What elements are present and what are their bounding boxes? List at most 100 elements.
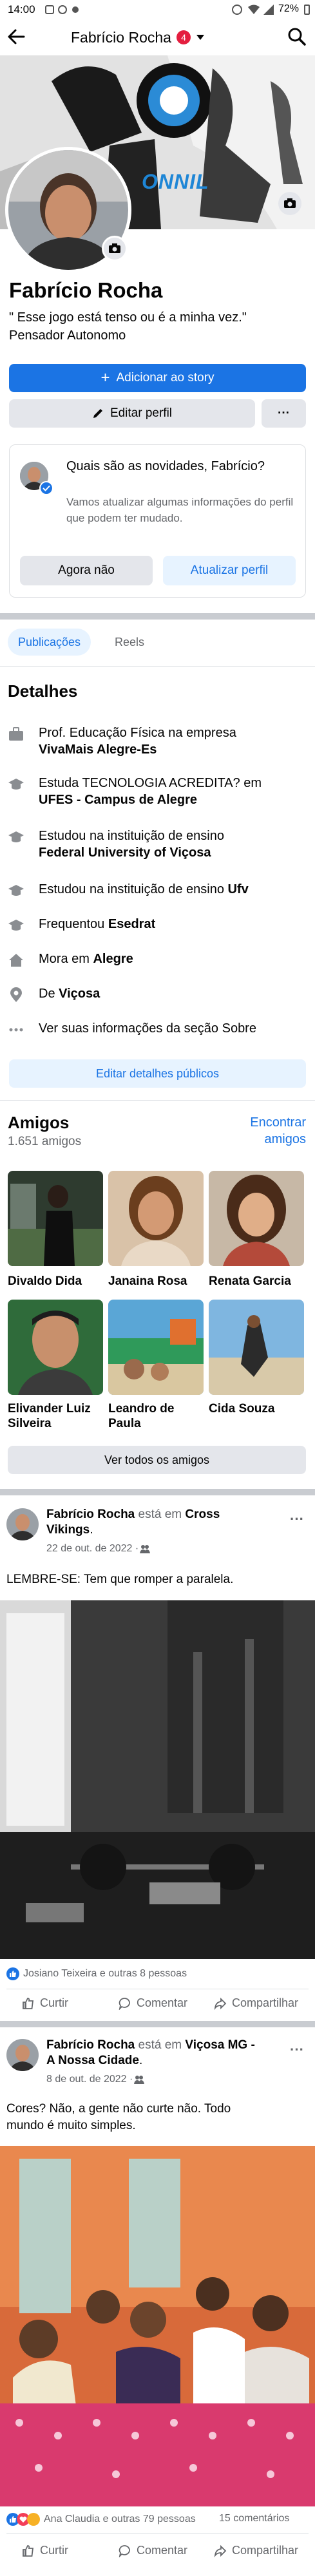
friend-photo[interactable] [108,1171,204,1266]
section-separator [0,1489,315,1495]
update-card-text: Vamos atualizar algumas informações do p… [66,496,294,524]
friend-name-line2: Silveira [8,1417,52,1430]
post2-reactions[interactable]: Ana Claudia e outras 79 pessoas [6,2513,196,2526]
cover-brand-text: ONNIL [142,170,209,193]
update-profile-button[interactable]: Atualizar perfil [163,556,296,585]
find-friends-link[interactable]: Encontrar amigos [232,1114,306,1148]
update-profile-card: Quais são as novidades, Fabrício? Vamos … [9,444,306,598]
search-icon[interactable] [287,27,307,46]
detail-work[interactable]: Prof. Educação Física na empresa VivaMai… [8,724,310,758]
post-author-avatar[interactable] [6,2039,39,2071]
friend-photo[interactable] [209,1300,304,1395]
post2-header: Fabrício Rocha está em Viçosa MG - A Nos… [46,2038,255,2067]
friend-name[interactable]: Elivander Luiz Silveira [8,1401,91,1431]
post2-share-button[interactable]: Compartilhar [214,2544,298,2557]
post2-comments-count[interactable]: 15 comentários [219,2513,289,2524]
post2-author[interactable]: Fabrício Rocha [46,2038,135,2052]
detail-from[interactable]: De Viçosa [8,985,310,1003]
add-to-story-button[interactable]: + Adicionar ao story [9,364,306,392]
profile-name: Fabrício Rocha [9,278,163,302]
profile-switcher[interactable]: Fabrício Rocha 4 [71,26,205,49]
post2-comment-label: Comentar [137,2544,188,2557]
friend-photo[interactable] [8,1300,103,1395]
post2-comment-button[interactable]: Comentar [119,2544,187,2557]
detail-education-past[interactable]: Estudou na instituição de ensino Federal… [8,828,310,861]
briefcase-icon [8,726,24,743]
detail-lives-in[interactable]: Mora em Alegre [8,951,310,969]
dot-icon [72,6,79,13]
friend-name[interactable]: Janaina Rosa [108,1274,187,1289]
post1-comment-button[interactable]: Comentar [119,1996,187,2010]
battery-icon [304,5,310,15]
divider [6,2533,309,2534]
lives-prefix: Mora em [39,952,93,966]
edit-profile-label: Editar perfil [110,406,173,420]
friend-name[interactable]: Leandro de Paula [108,1401,174,1431]
edu2-prefix: Estudou na instituição de ensino [39,829,224,843]
home-icon [8,952,24,969]
divider [0,1100,315,1101]
friend-photo[interactable] [209,1171,304,1266]
avatar-camera-icon[interactable] [102,236,128,261]
post1-header: Fabrício Rocha está em Cross Vikings. [46,1508,220,1537]
friend-photo[interactable] [8,1171,103,1266]
detail-education-ufv[interactable]: Estudou na instituição de ensino Ufv [8,881,310,899]
post2-photo[interactable] [0,2146,315,2506]
post2-like-button[interactable]: Curtir [22,2544,68,2557]
post2-text-line1: Cores? Não, a gente não curte não. Todo [6,2102,231,2116]
post1-share-button[interactable]: Compartilhar [214,1996,298,2010]
work-prefix: Prof. Educação Física na empresa [39,726,236,740]
caret-down-icon [196,34,205,41]
status-bar: 14:00 72% [0,0,315,19]
see-all-friends-button[interactable]: Ver todos os amigos [8,1446,306,1474]
tab-reels[interactable]: Reels [115,629,144,656]
friends-count: 1.651 amigos [8,1135,82,1148]
pencil-icon [92,408,104,419]
post2-meta: 8 de out. de 2022 · [46,2074,145,2085]
cover-camera-icon[interactable] [278,192,301,215]
detail-about-link[interactable]: Ver suas informações da seção Sobre [8,1020,310,1038]
school-prefix: Frequentou [39,917,108,931]
post2-place-line2[interactable]: A Nossa Cidade [46,2054,139,2067]
app-icon [58,5,67,14]
about-link-text: Ver suas informações da seção Sobre [39,1021,256,1036]
notification-icon [45,5,54,14]
not-now-button[interactable]: Agora não [20,556,153,585]
friend-name[interactable]: Cida Souza [209,1401,274,1416]
battery-level: 72% [278,3,300,14]
signal-icon [263,4,274,15]
share-icon [214,2544,227,2557]
friend-name[interactable]: Renata Garcia [209,1274,291,1289]
edu3-prefix: Estudou na instituição de ensino [39,882,228,896]
alarm-icon [232,5,242,15]
post1-reactions-text: Josiano Teixeira e outras 8 pessoas [23,1968,187,1979]
tab-posts[interactable]: Publicações [8,629,91,656]
post1-place-line2[interactable]: Vikings [46,1523,90,1537]
post1-place-line1[interactable]: Cross [185,1508,220,1521]
edit-public-details-button[interactable]: Editar detalhes públicos [9,1059,306,1088]
post1-photo[interactable] [0,1600,315,1959]
like-reaction-icon [6,1967,19,1980]
post1-reactions[interactable]: Josiano Teixeira e outras 8 pessoas [6,1967,187,1980]
post-author-avatar[interactable] [6,1508,39,1540]
post-options-icon[interactable]: ··· [290,2041,304,2058]
post1-like-button[interactable]: Curtir [22,1996,68,2010]
comment-icon [119,1997,130,2010]
post-options-icon[interactable]: ··· [290,1511,304,1528]
friend-name[interactable]: Divaldo Dida [8,1274,82,1289]
detail-school[interactable]: Frequentou Esedrat [8,916,310,934]
post1-author[interactable]: Fabrício Rocha [46,1508,135,1521]
edit-profile-button[interactable]: Editar perfil [9,399,255,428]
post2-place-line1[interactable]: Viçosa MG - [185,2038,254,2052]
school-place: Esedrat [108,917,156,931]
post1-meta: 22 de out. de 2022 · [46,1543,151,1555]
more-options-button[interactable]: ··· [262,399,306,428]
profile-bio: " Esse jogo está tenso ou é a minha vez.… [9,310,247,325]
friend-photo[interactable] [108,1300,204,1395]
friends-audience-icon [140,1544,151,1553]
back-arrow-icon[interactable] [6,27,26,46]
post1-like-label: Curtir [40,1996,68,2009]
detail-education-current[interactable]: Estuda TECNOLOGIA ACREDITA? em UFES - Ca… [8,775,310,808]
post1-text: LEMBRE-SE: Tem que romper a paralela. [6,1573,234,1586]
edu3-place: Ufv [227,882,249,896]
